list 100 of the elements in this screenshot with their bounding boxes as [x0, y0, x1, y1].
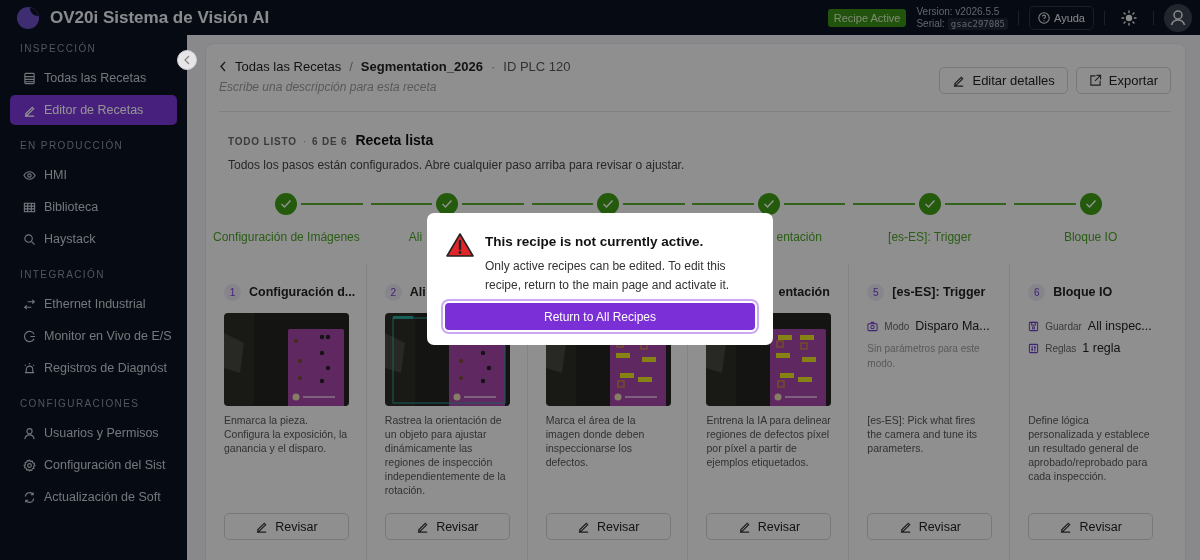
- chevron-left-icon: [219, 61, 227, 72]
- sidebar-item[interactable]: Usuarios y Permisos: [10, 418, 177, 448]
- help-icon: [1038, 11, 1050, 24]
- step-count: 6 DE 6: [312, 136, 348, 147]
- card-description: Rastrea la orientación de un objeto para ajustar dinámicamente las regiones de inspección independientemente de la rotación.: [384, 413, 507, 498]
- sidebar-item[interactable]: Editor de Recetas: [10, 95, 177, 125]
- nav-icon: [23, 232, 36, 246]
- sidebar-item[interactable]: Actualización de Soft: [10, 482, 177, 512]
- pencil-icon: [416, 520, 430, 533]
- nav-icon: [23, 490, 36, 504]
- field-label: Guardar: [1045, 320, 1082, 332]
- pencil-icon: [255, 520, 269, 533]
- chevron-left-icon: [183, 55, 191, 65]
- nav-icon: [23, 168, 36, 182]
- step-number: 2: [384, 283, 402, 301]
- card-description: Define lógica personalizada y establece un resultado general de aprobado/reprobado para cada inspección.: [1028, 413, 1151, 484]
- card-title: Configuración d...: [249, 285, 356, 299]
- plc-id: ID PLC 120: [503, 59, 571, 74]
- sidebar-item[interactable]: Registros de Diagnóst: [10, 353, 177, 383]
- check-icon: [602, 199, 615, 209]
- warning-icon: [445, 232, 475, 258]
- sidebar-item[interactable]: Haystack: [10, 224, 177, 254]
- review-button[interactable]: Revisar: [706, 513, 832, 540]
- nav-icon: [23, 200, 36, 214]
- sidebar-item[interactable]: Configuración del Sist: [10, 450, 177, 480]
- card-description: Enmarca la pieza. Configura la exposición, la ganancia y el disparo.: [224, 413, 349, 456]
- section-heading: EN PRODUCCIÓN: [20, 140, 125, 153]
- nav-icon: [23, 426, 36, 440]
- nav-icon: [23, 71, 36, 85]
- modal-title: This recipe is not currently active.: [485, 234, 705, 249]
- step-number: 5: [867, 283, 885, 301]
- nav-icon: [23, 297, 36, 311]
- edit-button[interactable]: Editar detalles: [939, 67, 1068, 94]
- step-number: 1: [224, 283, 241, 301]
- review-button[interactable]: Revisar: [1028, 513, 1154, 540]
- logo-icon: [16, 5, 40, 30]
- breadcrumb-separator: /: [349, 59, 353, 74]
- step-number: 6: [1028, 283, 1046, 301]
- app-title: OV20i Sistema de Visión AI: [50, 7, 270, 28]
- sidebar-item[interactable]: HMI: [10, 160, 177, 190]
- step-circle[interactable]: [436, 193, 459, 215]
- card-title: Bloque IO: [1053, 285, 1113, 299]
- step-circle[interactable]: [597, 193, 620, 215]
- avatar-icon[interactable]: [1164, 3, 1192, 32]
- breadcrumb-link[interactable]: Todas las Recetas: [235, 59, 342, 74]
- field-label: Reglas: [1045, 342, 1077, 354]
- check-icon: [1084, 199, 1097, 209]
- pencil-icon: [898, 520, 912, 533]
- card-description: Marca el área de la imagen donde deben inspeccionarse los defectos.: [545, 413, 646, 470]
- version-text: Version: v2026.5.5: [916, 5, 1001, 17]
- sun-icon[interactable]: [1121, 9, 1137, 26]
- nav-icon: [23, 458, 36, 472]
- progress-title: Receta lista: [355, 132, 434, 148]
- step-circle[interactable]: [757, 193, 780, 215]
- field-icon: [1028, 320, 1040, 332]
- modal-message: Only active recipes can be edited. To edit this recipe, return to the main page and activate it.: [485, 258, 731, 294]
- status-label: TODO LISTO: [228, 136, 297, 147]
- step-label[interactable]: Bloque IO: [1010, 230, 1171, 244]
- section-heading: CONFIGURACIONES: [20, 398, 141, 411]
- field-icon: [867, 320, 879, 332]
- check-icon: [280, 199, 293, 209]
- review-button[interactable]: Revisar: [384, 513, 510, 540]
- separator-dot: ·: [302, 136, 307, 147]
- field-label: Modo: [884, 320, 910, 332]
- review-button[interactable]: Revisar: [545, 513, 671, 540]
- check-icon: [762, 199, 775, 209]
- nav-icon: [23, 361, 36, 375]
- recipe-name: Segmentation_2026: [360, 59, 483, 74]
- review-button[interactable]: Revisar: [224, 513, 349, 540]
- field-value: Disparo Ma...: [915, 319, 990, 333]
- pencil-icon: [737, 520, 751, 533]
- sidebar-item[interactable]: Monitor en Vivo de E/S: [10, 321, 177, 351]
- card-description: [es-ES]: Pick what fires the camera and tune its parameters.: [867, 413, 979, 456]
- review-button[interactable]: Revisar: [867, 513, 993, 540]
- pencil-icon: [1059, 520, 1073, 533]
- card-title: [es-ES]: Trigger: [892, 285, 986, 299]
- pencil-icon: [576, 520, 590, 533]
- section-heading: INSPECCIÓN: [20, 43, 98, 56]
- card-title: entación: [778, 285, 830, 299]
- serial-number: gsac297085: [947, 17, 1008, 30]
- section-heading: INTEGRACIÓN: [20, 269, 106, 282]
- pencil-icon: [952, 74, 966, 87]
- step-label[interactable]: Configuración de Imágenes: [206, 230, 367, 244]
- separator-dot: ·: [490, 59, 496, 74]
- progress-text: Todos los pasos están configurados. Abre cualquier paso arriba para revisar o ajustar.: [228, 158, 686, 172]
- card-title: Ali: [409, 285, 426, 299]
- field-value: All inspec...: [1087, 319, 1152, 333]
- status-badge: Recipe Active: [827, 8, 907, 27]
- help-button[interactable]: Ayuda: [1029, 5, 1094, 30]
- sidebar-item[interactable]: Ethernet Industrial: [10, 289, 177, 319]
- export-button[interactable]: Exportar: [1075, 67, 1171, 94]
- nav-icon: [23, 329, 36, 343]
- export-icon: [1088, 74, 1102, 87]
- card-description: Entrena la IA para delinear regiones de defectos píxel por píxel a partir de ejemplos etiquetados.: [706, 413, 832, 470]
- check-icon: [441, 199, 454, 209]
- sidebar-item[interactable]: Biblioteca: [10, 192, 177, 222]
- step-label[interactable]: [es-ES]: Trigger: [849, 230, 1011, 244]
- field-icon: [1028, 342, 1040, 354]
- sidebar-item[interactable]: Todas las Recetas: [10, 63, 177, 93]
- check-icon: [923, 199, 936, 209]
